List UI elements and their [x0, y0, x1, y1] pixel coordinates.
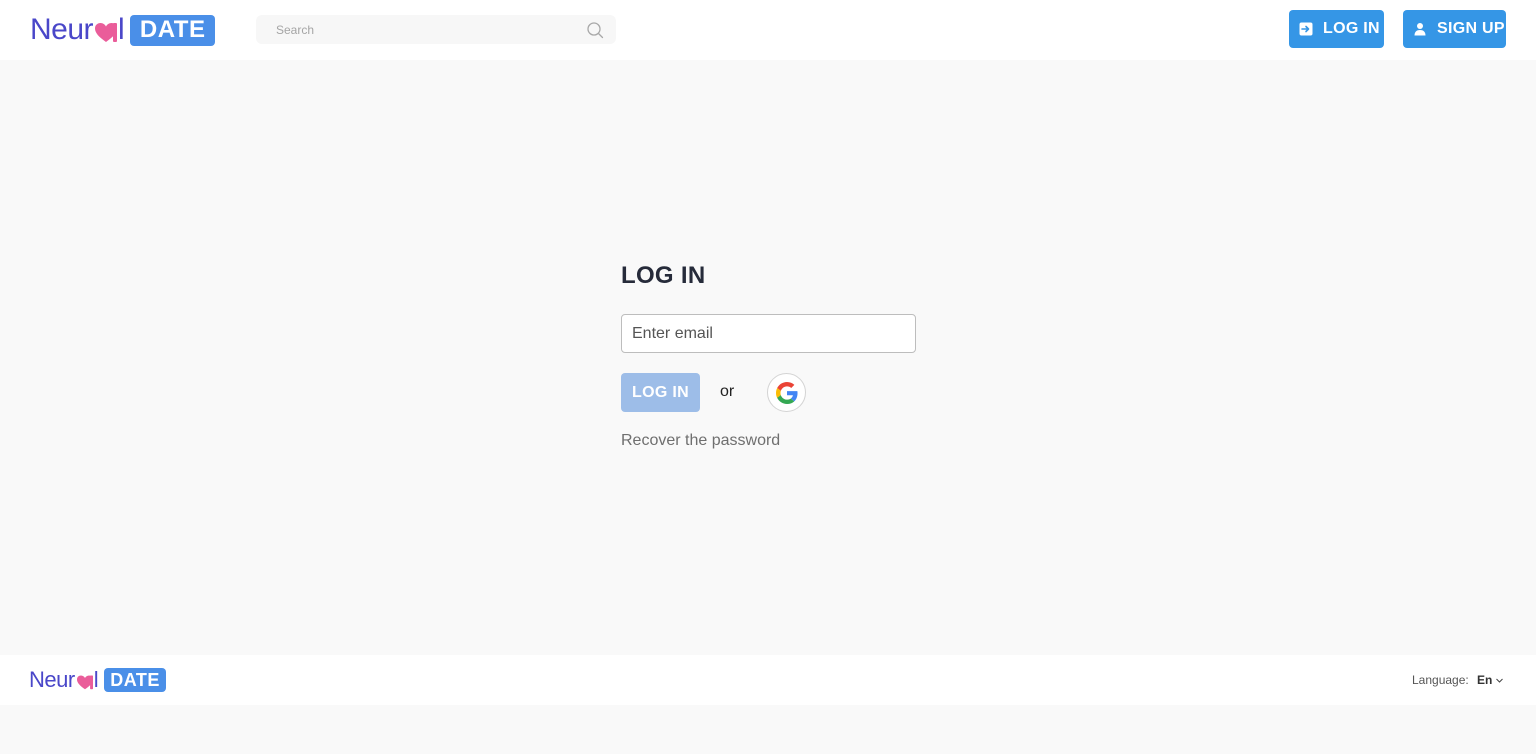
logo-date-badge: DATE	[130, 14, 216, 46]
header-signup-button[interactable]: SIGN UP	[1403, 10, 1506, 48]
logo-text-part2: l	[118, 13, 125, 46]
user-icon	[1414, 23, 1426, 36]
footer-logo-text-part2: l	[93, 667, 99, 692]
or-separator: or	[720, 383, 735, 400]
header-login-label: LOG IN	[1323, 20, 1380, 37]
login-icon	[1299, 22, 1313, 36]
language-label: Language:	[1412, 673, 1469, 687]
login-title: LOG IN	[621, 262, 706, 289]
logo-text-part1: Neur	[30, 13, 94, 46]
google-login-button[interactable]	[767, 373, 806, 412]
page-footer	[0, 655, 1536, 705]
heart-icon	[76, 674, 93, 689]
search-input[interactable]	[256, 15, 576, 44]
search-bar	[256, 15, 616, 44]
footer-logo-text-part1: Neur	[29, 667, 75, 692]
language-selector[interactable]: En	[1477, 673, 1504, 687]
search-icon[interactable]	[586, 21, 604, 39]
footer-logo-date-badge: DATE	[104, 668, 167, 692]
footer-neuraldate-logo[interactable]: Neur l DATE	[29, 667, 167, 692]
login-submit-button[interactable]: LOG IN	[621, 373, 700, 412]
google-icon	[775, 381, 798, 404]
heart-icon	[95, 23, 118, 42]
header-signup-label: SIGN UP	[1437, 20, 1505, 37]
email-field[interactable]	[621, 314, 916, 353]
recover-password-link[interactable]: Recover the password	[621, 432, 780, 450]
header-login-button[interactable]: LOG IN	[1289, 10, 1384, 48]
language-value: En	[1477, 673, 1493, 687]
logo-wordmark: Neur l	[30, 13, 125, 46]
neuraldate-logo[interactable]: Neur l DATE	[30, 13, 216, 46]
footer-logo-wordmark: Neur l	[29, 667, 99, 692]
chevron-down-icon	[1496, 678, 1504, 683]
